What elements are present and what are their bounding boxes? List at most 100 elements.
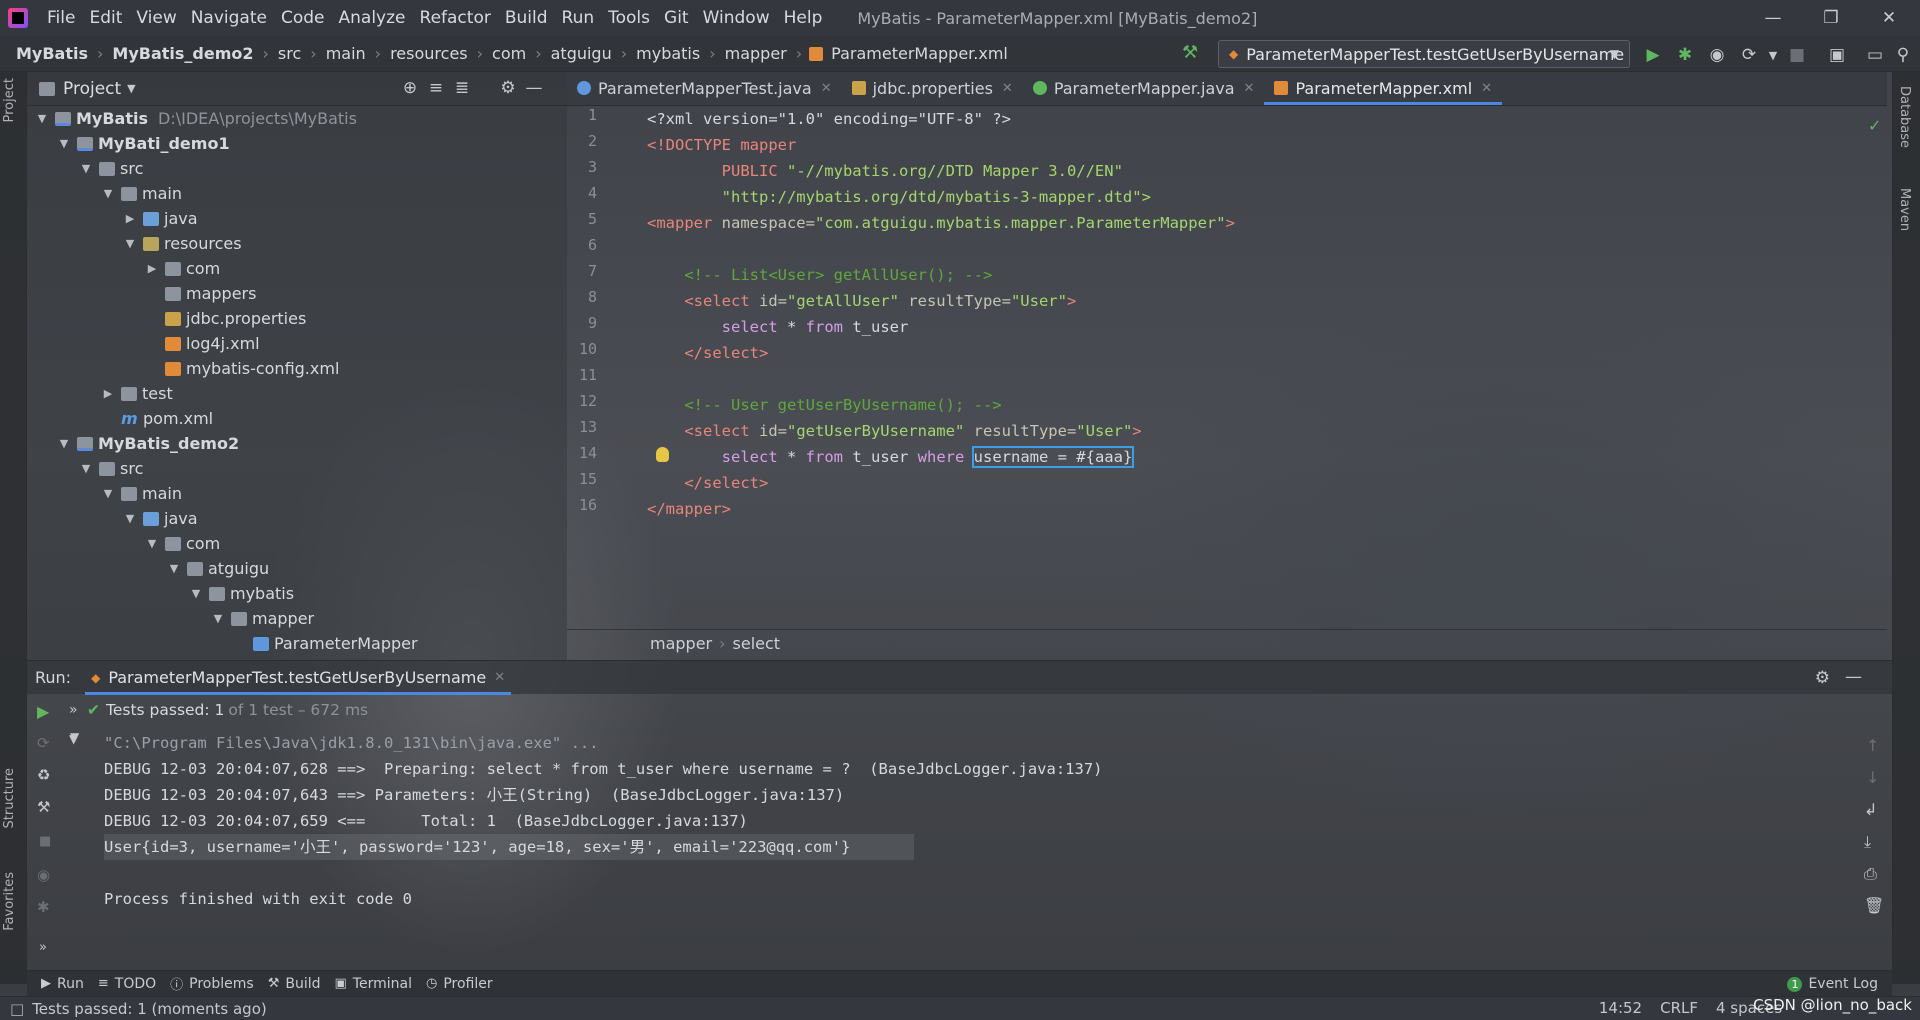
tree-node-src[interactable]: ▼ src [27, 156, 567, 181]
crumb-module[interactable]: MyBatis_demo2 [110, 44, 255, 63]
rerun-icon[interactable]: ▶ [37, 702, 49, 721]
line-separator[interactable]: CRLF [1660, 999, 1698, 1017]
more-tools-icon[interactable]: » [39, 940, 47, 955]
search-icon[interactable]: ⚲ [1892, 44, 1914, 66]
tree-node-com[interactable]: ▼ com [27, 531, 567, 556]
down-arrow-icon[interactable]: ↓ [1866, 768, 1879, 787]
tab-parameter-mapper-test[interactable]: ParameterMapperTest.java ✕ [567, 71, 842, 105]
close-tab-icon[interactable]: ✕ [821, 81, 832, 96]
rerun-failed-icon[interactable]: ⟳ [37, 734, 50, 752]
selected-sql-fragment[interactable]: username = #{aaa} [971, 446, 1135, 468]
debug-icon[interactable]: ✱ [1674, 44, 1696, 66]
crumb-mybatis[interactable]: mybatis [634, 44, 702, 63]
menu-navigate[interactable]: Navigate [184, 8, 274, 28]
tree-node-main[interactable]: ▼ main [27, 181, 567, 206]
crumb-mapper[interactable]: mapper [723, 44, 789, 63]
tab-parameter-mapper-xml[interactable]: ParameterMapper.xml ✕ [1264, 71, 1502, 105]
tool-terminal[interactable]: ▣ Terminal [335, 976, 412, 992]
tree-node-com[interactable]: ▶ com [27, 256, 567, 281]
close-tab-icon[interactable]: ✕ [1244, 81, 1255, 96]
soft-wrap-icon[interactable]: ↲ [1864, 800, 1877, 819]
favorites-tool-tab[interactable]: Favorites [2, 872, 17, 931]
tree-node-resources[interactable]: ▼ resources [27, 231, 567, 256]
menu-git[interactable]: Git [657, 8, 696, 28]
build-hammer-icon[interactable]: ⚒ [1182, 42, 1198, 63]
structure-tool-tab[interactable]: Structure [2, 768, 17, 828]
no-problems-check-icon[interactable]: ✓ [1868, 116, 1881, 135]
coverage-icon[interactable]: ◉ [1706, 44, 1728, 66]
status-message[interactable]: Tests passed: 1 (moments ago) [32, 1000, 267, 1018]
stop-icon[interactable]: ■ [39, 834, 51, 849]
minimize-button[interactable]: — [1744, 0, 1802, 36]
collapse-all-icon[interactable]: ≣ [451, 78, 473, 100]
tab-jdbc-properties[interactable]: jdbc.properties ✕ [842, 71, 1023, 105]
crumb-main[interactable]: main [324, 44, 368, 63]
console-output[interactable]: "C:\Program Files\Java\jdk1.8.0_131\bin\… [104, 730, 1854, 970]
event-log[interactable]: 1 Event Log [1787, 976, 1878, 992]
run-configuration-select[interactable]: ◆ ParameterMapperTest.testGetUserByUsern… [1218, 40, 1630, 68]
up-arrow-icon[interactable]: ↑ [1866, 736, 1879, 755]
camera-icon[interactable]: ◉ [37, 866, 50, 884]
gear-icon[interactable]: ⚙ [497, 78, 519, 100]
menu-run[interactable]: Run [555, 8, 602, 28]
tool-problems[interactable]: ⓘ Problems [170, 974, 254, 994]
panel-toggle-icon[interactable]: □ [10, 1000, 24, 1018]
caret-position[interactable]: 14:52 [1599, 999, 1642, 1017]
menu-help[interactable]: Help [777, 8, 830, 28]
menu-analyze[interactable]: Analyze [332, 8, 413, 28]
layout-icon[interactable]: ▭ [1864, 44, 1886, 66]
tree-node-jdbc-properties[interactable]: jdbc.properties [27, 306, 567, 331]
project-tool-tab[interactable]: Project [2, 78, 17, 122]
menu-refactor[interactable]: Refactor [413, 8, 498, 28]
run-icon[interactable]: ▶ [1642, 44, 1664, 66]
tab-parameter-mapper-java[interactable]: ParameterMapper.java ✕ [1023, 71, 1265, 105]
hide-panel-icon[interactable]: — [1845, 667, 1862, 687]
database-tool-tab[interactable]: Database [1897, 86, 1912, 148]
tree-node-parameter-mapper[interactable]: ParameterMapper [27, 631, 567, 656]
run-tab[interactable]: ◆ ParameterMapperTest.testGetUserByUsern… [85, 661, 512, 695]
menu-edit[interactable]: Edit [82, 8, 129, 28]
restore-button[interactable]: ❐ [1802, 0, 1860, 36]
hide-panel-icon[interactable]: — [523, 78, 545, 100]
project-panel-title[interactable]: Project [63, 79, 121, 99]
tree-node-mybati-demo1[interactable]: ▼ MyBati_demo1 [27, 131, 567, 156]
tool-todo[interactable]: ≡ TODO [98, 976, 156, 992]
locate-file-icon[interactable]: ⊕ [399, 78, 421, 100]
wrench-icon[interactable]: ⚒ [37, 798, 50, 816]
menu-view[interactable]: View [129, 8, 183, 28]
tool-run[interactable]: ▶ Run [41, 976, 84, 992]
tree-node-mybatis-config[interactable]: mybatis-config.xml [27, 356, 567, 381]
tree-node-mybatis[interactable]: ▼ mybatis [27, 581, 567, 606]
code-editor[interactable]: <?xml version="1.0" encoding="UTF-8" ?> … [647, 106, 1877, 626]
crumb-project[interactable]: MyBatis [14, 44, 90, 63]
tool-build[interactable]: ⚒ Build [268, 976, 321, 992]
project-structure-icon[interactable]: ▣ [1826, 44, 1848, 66]
tree-node-mapper[interactable]: ▼ mapper [27, 606, 567, 631]
maven-tool-tab[interactable]: Maven [1897, 188, 1912, 231]
crumb-resources[interactable]: resources [388, 44, 470, 63]
tree-node-java[interactable]: ▶ java [27, 206, 567, 231]
breadcrumb-mapper[interactable]: mapper [650, 634, 712, 653]
tree-node-atguigu[interactable]: ▼ atguigu [27, 556, 567, 581]
tree-node-main[interactable]: ▼ main [27, 481, 567, 506]
crumb-atguigu[interactable]: atguigu [549, 44, 614, 63]
close-tab-icon[interactable]: ✕ [1481, 81, 1492, 96]
stop-icon[interactable]: ■ [1786, 44, 1808, 66]
tree-node-log4j-xml[interactable]: log4j.xml [27, 331, 567, 356]
expand-all-icon[interactable]: ≡ [425, 78, 447, 100]
gear-icon[interactable]: ⚙ [1815, 668, 1830, 688]
menu-tools[interactable]: Tools [601, 8, 657, 28]
menu-file[interactable]: File [40, 8, 82, 28]
toggle-auto-test-icon[interactable]: ♻ [37, 766, 50, 784]
more-run-chevron-icon[interactable]: ▼ [1762, 44, 1784, 66]
chevron-down-icon[interactable]: ▼ [127, 82, 135, 95]
crumb-src[interactable]: src [276, 44, 303, 63]
print-icon[interactable]: ⎙ [1864, 864, 1877, 884]
debug-settings-icon[interactable]: ✱ [37, 898, 50, 916]
menu-build[interactable]: Build [498, 8, 555, 28]
crumb-com[interactable]: com [490, 44, 528, 63]
breadcrumb-select[interactable]: select [733, 634, 781, 653]
collapse-output-icon[interactable]: ▼ [70, 730, 79, 744]
scroll-to-end-icon[interactable]: ⤓ [1864, 832, 1871, 852]
profile-icon[interactable]: ⟳ [1738, 44, 1760, 66]
